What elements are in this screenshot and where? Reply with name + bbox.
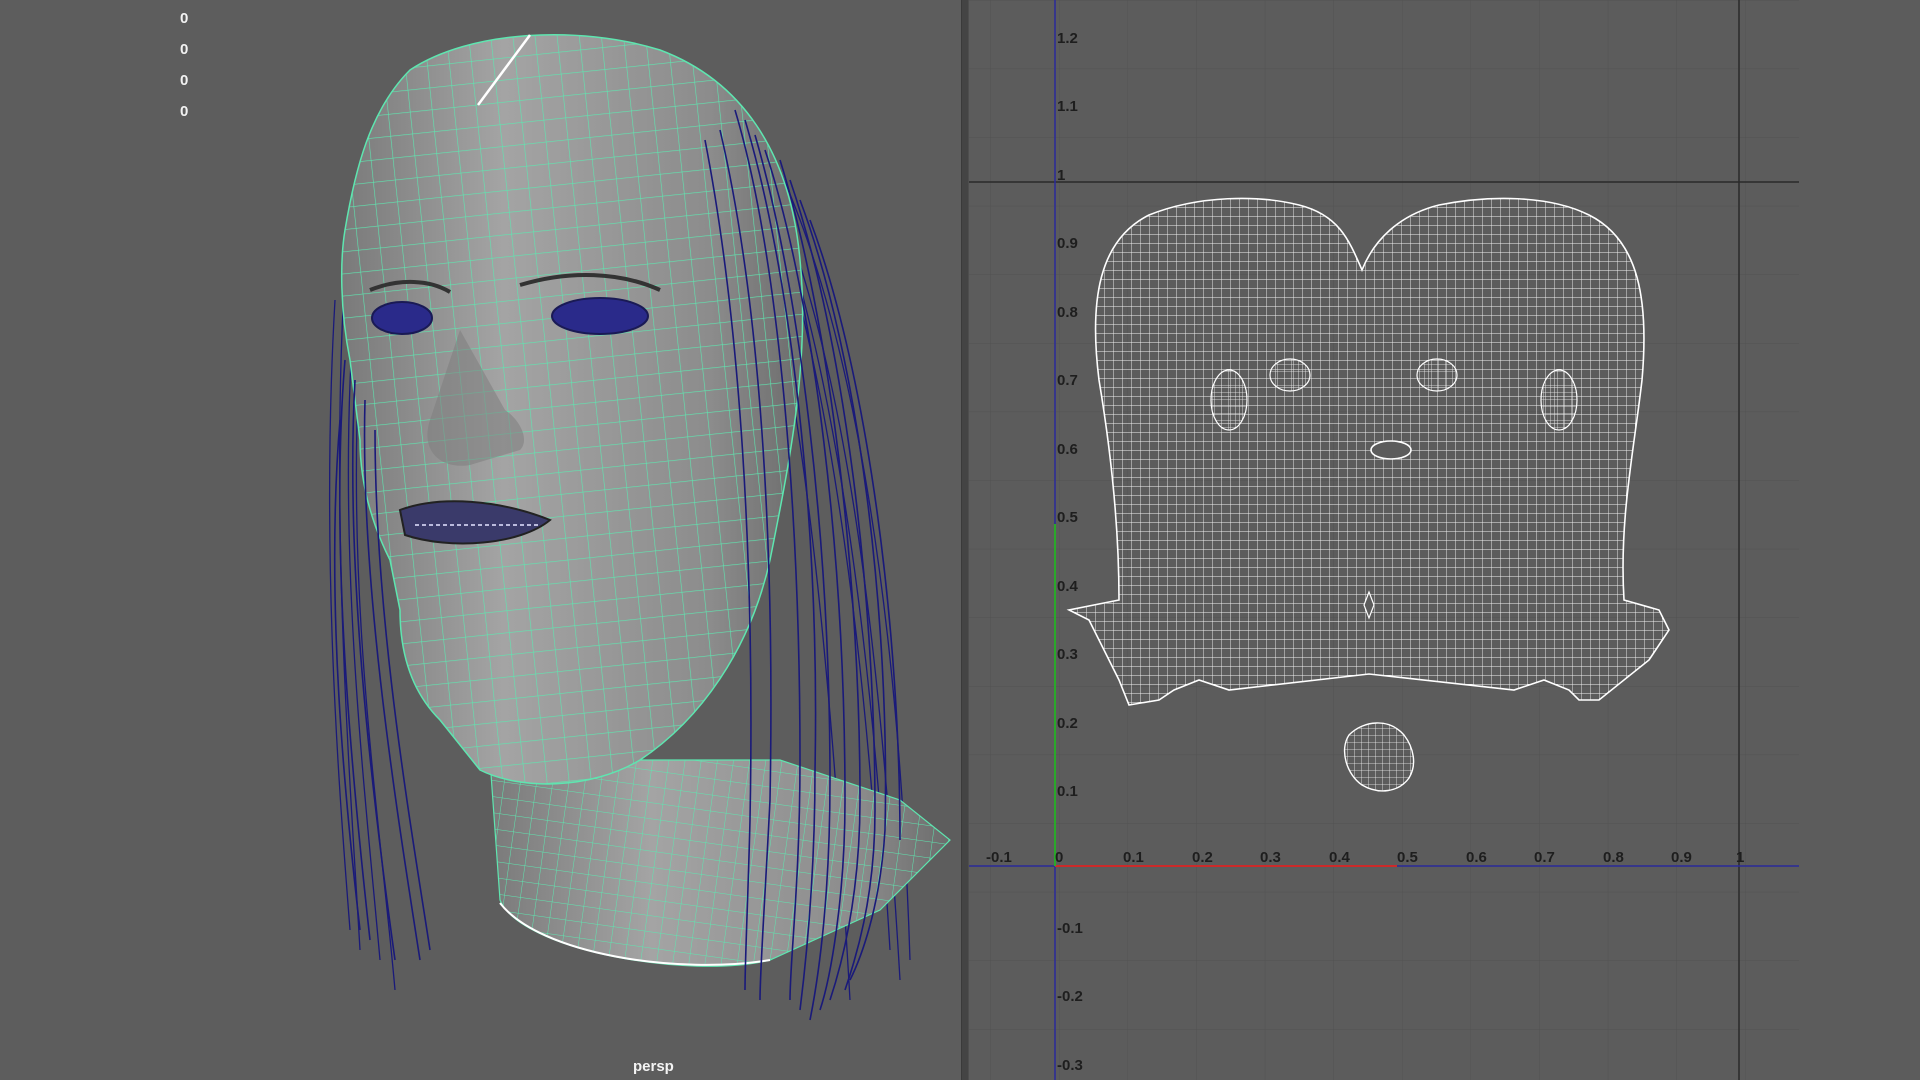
uv-shell-face-icon[interactable]	[1066, 197, 1670, 706]
u-tick: 0.8	[1603, 849, 1624, 866]
v-tick: -0.3	[1057, 1057, 1083, 1074]
v-tick: 0.1	[1057, 783, 1078, 800]
v-tick: 0.3	[1057, 646, 1078, 663]
v-tick: 0.7	[1057, 372, 1078, 389]
head-mesh-icon[interactable]	[0, 0, 961, 1080]
v-tick: 1	[1057, 167, 1065, 184]
v-tick: 0.4	[1057, 578, 1079, 595]
v-tick: 0.2	[1057, 715, 1078, 732]
v-tick: -0.2	[1057, 988, 1083, 1005]
u-tick: 0.1	[1123, 849, 1144, 866]
u-tick: 1	[1736, 849, 1744, 866]
v-tick: 1.2	[1057, 30, 1078, 47]
perspective-viewport[interactable]: 0 0 0 0 persp	[0, 0, 961, 1080]
v-tick: 0.5	[1057, 509, 1078, 526]
u-tick: 0.4	[1329, 849, 1351, 866]
u-tick: 0	[1055, 849, 1063, 866]
v-tick: 1.1	[1057, 98, 1078, 115]
uv-editor[interactable]: -0.1 0 0.1 0.2 0.3 0.4 0.5 0.6 0.7 0.8 0…	[969, 0, 1920, 1080]
u-tick: 0.7	[1534, 849, 1555, 866]
v-tick: -0.1	[1057, 920, 1083, 937]
uv-grid: -0.1 0 0.1 0.2 0.3 0.4 0.5 0.6 0.7 0.8 0…	[969, 0, 1799, 1080]
v-tick: 0.6	[1057, 441, 1078, 458]
u-tick: 0.3	[1260, 849, 1281, 866]
u-tick: 0.6	[1466, 849, 1487, 866]
v-tick: 0.9	[1057, 235, 1078, 252]
pane-divider[interactable]	[961, 0, 969, 1080]
u-tick: 0.9	[1671, 849, 1692, 866]
u-tick: 0.2	[1192, 849, 1213, 866]
v-tick: 0.8	[1057, 304, 1078, 321]
u-tick: 0.5	[1397, 849, 1418, 866]
u-tick: -0.1	[986, 849, 1012, 866]
camera-label: persp	[633, 1058, 674, 1075]
